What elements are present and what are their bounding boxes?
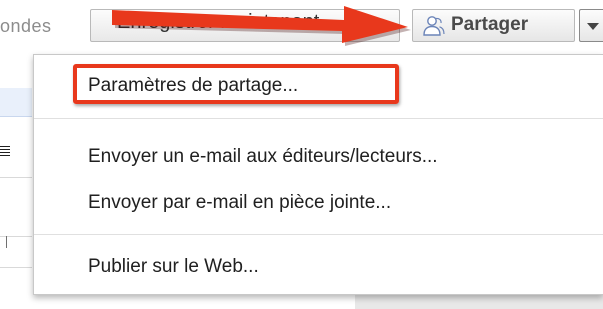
menu-divider <box>34 118 603 119</box>
menu-item-label: Envoyer par e-mail en pièce jointe... <box>88 192 392 213</box>
person-share-icon <box>423 16 445 36</box>
annotation-highlight-box <box>73 64 399 104</box>
share-button-label: Partager <box>451 14 529 35</box>
menu-divider <box>34 234 603 235</box>
menu-item-email-attachment[interactable]: Envoyer par e-mail en pièce jointe... <box>34 186 603 222</box>
share-options-dropdown-button[interactable] <box>579 9 603 42</box>
align-justify-icon <box>0 146 10 158</box>
save-status-text: ondes <box>0 16 52 36</box>
share-button[interactable]: Partager <box>412 9 575 42</box>
menu-item-email-collaborators[interactable]: Envoyer un e-mail aux éditeurs/lecteurs.… <box>34 140 603 176</box>
spreadsheet-edge <box>0 56 32 308</box>
grid-cell <box>0 88 32 117</box>
annotation-arrow-icon <box>112 6 411 46</box>
menu-item-publish-web[interactable]: Publier sur le Web... <box>34 250 603 286</box>
chevron-down-icon <box>587 23 599 30</box>
grid-cell <box>0 237 32 268</box>
menu-item-label: Publier sur le Web... <box>88 256 259 277</box>
menu-item-label: Envoyer un e-mail aux éditeurs/lecteurs.… <box>88 146 438 167</box>
grid-cell <box>0 208 32 237</box>
